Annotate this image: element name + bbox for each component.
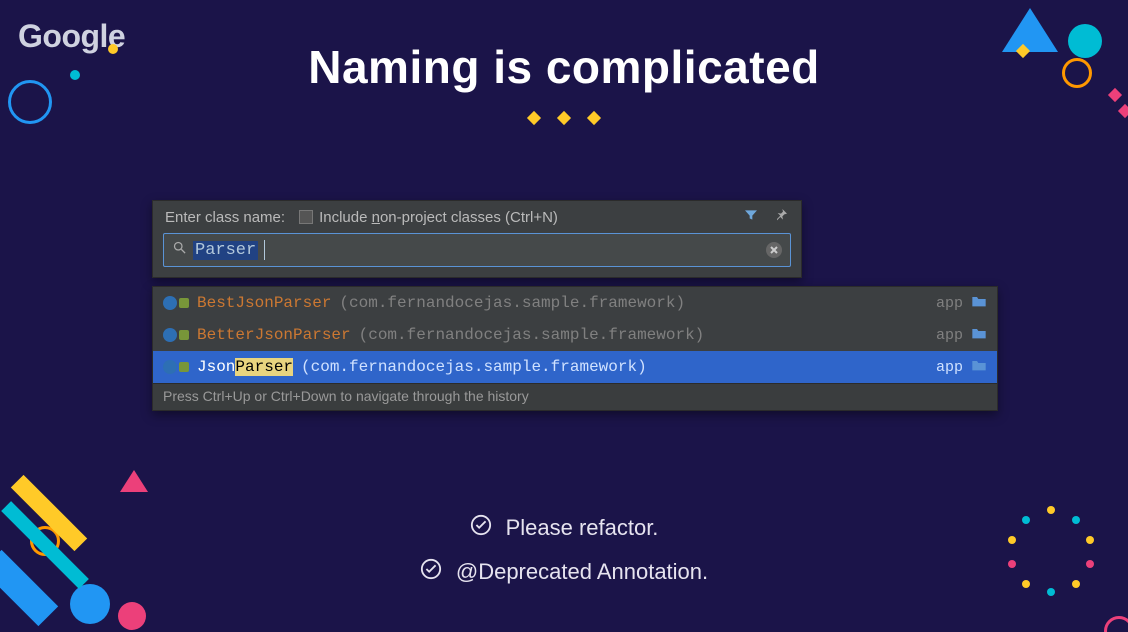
kotlin-file-icon [163,360,177,374]
clear-icon[interactable] [766,242,782,258]
deco-circle [70,584,110,624]
checkbox-box-icon [299,210,313,224]
text: Json [197,358,235,376]
deco-circle [1104,616,1128,632]
title-divider-dots [0,110,1128,128]
include-nonproject-checkbox[interactable]: Include non-project classes (Ctrl+N) [299,209,558,226]
result-row[interactable]: BetterJsonParser (com.fernandocejas.samp… [153,319,997,351]
package-name: (com.fernandocejas.sample.framework) [301,358,647,376]
package-name: (com.fernandocejas.sample.framework) [359,326,705,344]
mnemonic: n [372,209,380,226]
deco-triangle [120,470,148,492]
text: Include [319,209,372,226]
class-name: BestJsonParser [197,294,331,312]
folder-icon [971,358,987,377]
text: on-project classes (Ctrl+N) [380,209,558,226]
class-icon [179,330,189,340]
class-icon [179,362,189,372]
bullet-list: Please refactor. @Deprecated Annotation. [0,514,1128,586]
row-icons [163,360,189,374]
kotlin-file-icon [163,296,177,310]
filter-icon[interactable] [743,207,759,227]
result-row-selected[interactable]: JsonParser (com.fernandocejas.sample.fra… [153,351,997,383]
folder-icon [971,294,987,313]
row-icons [163,328,189,342]
result-row[interactable]: BestJsonParser (com.fernandocejas.sample… [153,287,997,319]
row-icons [163,296,189,310]
class-name: BetterJsonParser [197,326,351,344]
package-name: (com.fernandocejas.sample.framework) [339,294,685,312]
history-hint: Press Ctrl+Up or Ctrl+Down to navigate t… [153,383,997,410]
bullet-item: @Deprecated Annotation. [420,558,708,586]
module-name: app [936,359,963,376]
prompt-label: Enter class name: [165,209,285,226]
bullet-text: Please refactor. [506,515,659,541]
class-icon [179,298,189,308]
slide-title: Naming is complicated [0,40,1128,94]
search-value: Parser [193,241,258,260]
match-highlight: Parser [235,358,293,376]
bullet-item: Please refactor. [470,514,659,542]
pin-icon[interactable] [773,207,789,227]
search-input[interactable]: Parser [163,233,791,267]
check-circle-icon [420,558,442,586]
results-dropdown: BestJsonParser (com.fernandocejas.sample… [152,286,998,411]
folder-icon [971,326,987,345]
class-name: JsonParser [197,358,293,376]
deco-circle [118,602,146,630]
text-caret [264,240,265,260]
bullet-text: @Deprecated Annotation. [456,559,708,585]
include-label: Include non-project classes (Ctrl+N) [319,209,558,226]
module-name: app [936,327,963,344]
goto-class-popup: Enter class name: Include non-project cl… [152,200,802,278]
search-icon [172,240,187,260]
popup-header: Enter class name: Include non-project cl… [153,201,801,231]
module-name: app [936,295,963,312]
kotlin-file-icon [163,328,177,342]
check-circle-icon [470,514,492,542]
